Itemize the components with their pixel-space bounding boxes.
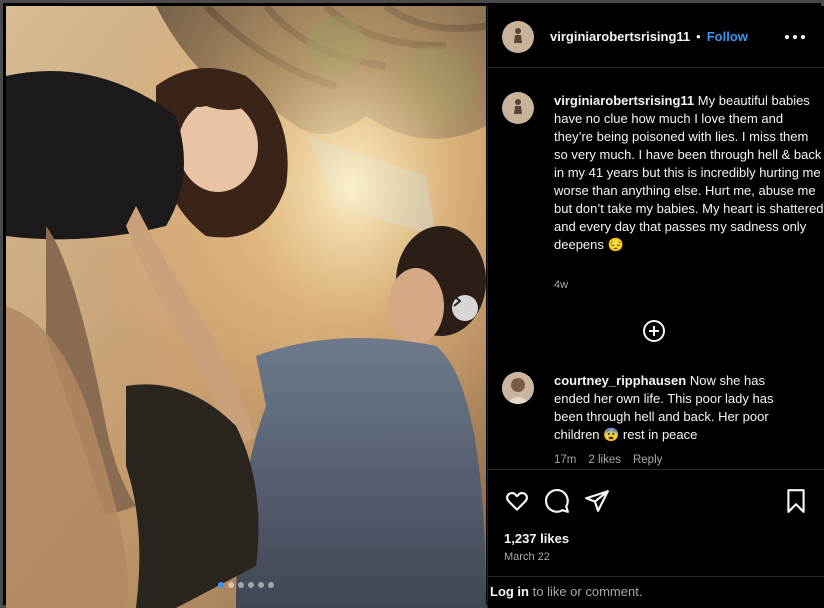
- bookmark-icon[interactable]: [783, 488, 809, 514]
- avatar[interactable]: [502, 20, 534, 53]
- carousel-dot: [228, 582, 234, 588]
- user-figure-icon: [514, 99, 522, 114]
- post-panel: virginiarobertsrising11 • Follow virgini…: [487, 6, 824, 608]
- photo-illustration: [6, 6, 486, 608]
- carousel-dot: [218, 582, 224, 588]
- carousel-dot: [238, 582, 244, 588]
- follow-button[interactable]: Follow: [707, 29, 748, 44]
- caption-body: My beautiful babies have no clue how muc…: [554, 93, 824, 252]
- comment-icon[interactable]: [544, 488, 570, 514]
- like-count[interactable]: 1,237 likes: [504, 531, 569, 546]
- caption-text: virginiarobertsrising11 My beautiful bab…: [554, 92, 824, 254]
- post-modal: virginiarobertsrising11 • Follow virgini…: [0, 0, 824, 608]
- more-horizontal-icon: [785, 35, 789, 39]
- chevron-right-icon: [453, 295, 462, 307]
- comment-meta: 17m 2 likes Reply: [554, 454, 662, 466]
- comment-likes[interactable]: 2 likes: [588, 454, 621, 466]
- post-username[interactable]: virginiarobertsrising11: [550, 29, 690, 44]
- avatar[interactable]: [502, 92, 534, 124]
- login-prompt: Log in to like or comment.: [488, 576, 824, 608]
- carousel-dot: [258, 582, 264, 588]
- carousel-dots: [6, 582, 486, 588]
- comment-text: courtney_ripphausen Now she has ended he…: [554, 372, 794, 444]
- user-figure-icon: [514, 27, 522, 43]
- avatar[interactable]: [502, 372, 534, 404]
- caption-timestamp[interactable]: 4w: [554, 279, 568, 291]
- actions-bar: 1,237 likes March 22: [488, 469, 824, 576]
- share-icon[interactable]: [584, 488, 610, 514]
- login-link[interactable]: Log in: [490, 584, 529, 599]
- reply-button[interactable]: Reply: [633, 454, 662, 466]
- comment-timestamp[interactable]: 17m: [554, 454, 576, 466]
- next-photo-button[interactable]: [452, 295, 478, 321]
- action-icons: [504, 488, 809, 514]
- carousel-dot: [268, 582, 274, 588]
- carousel-dot: [248, 582, 254, 588]
- plus-circle-icon[interactable]: [642, 319, 666, 343]
- login-prompt-text: to like or comment.: [529, 584, 643, 599]
- heart-icon[interactable]: [504, 488, 530, 514]
- more-options-button[interactable]: [785, 28, 805, 46]
- post-date[interactable]: March 22: [504, 551, 550, 563]
- post-photo[interactable]: [6, 6, 486, 608]
- caption-username[interactable]: virginiarobertsrising11: [554, 93, 694, 108]
- separator-dot: •: [696, 29, 701, 44]
- profile-photo-icon: [502, 372, 534, 404]
- comment-username[interactable]: courtney_ripphausen: [554, 373, 686, 388]
- post-header: virginiarobertsrising11 • Follow: [488, 6, 824, 68]
